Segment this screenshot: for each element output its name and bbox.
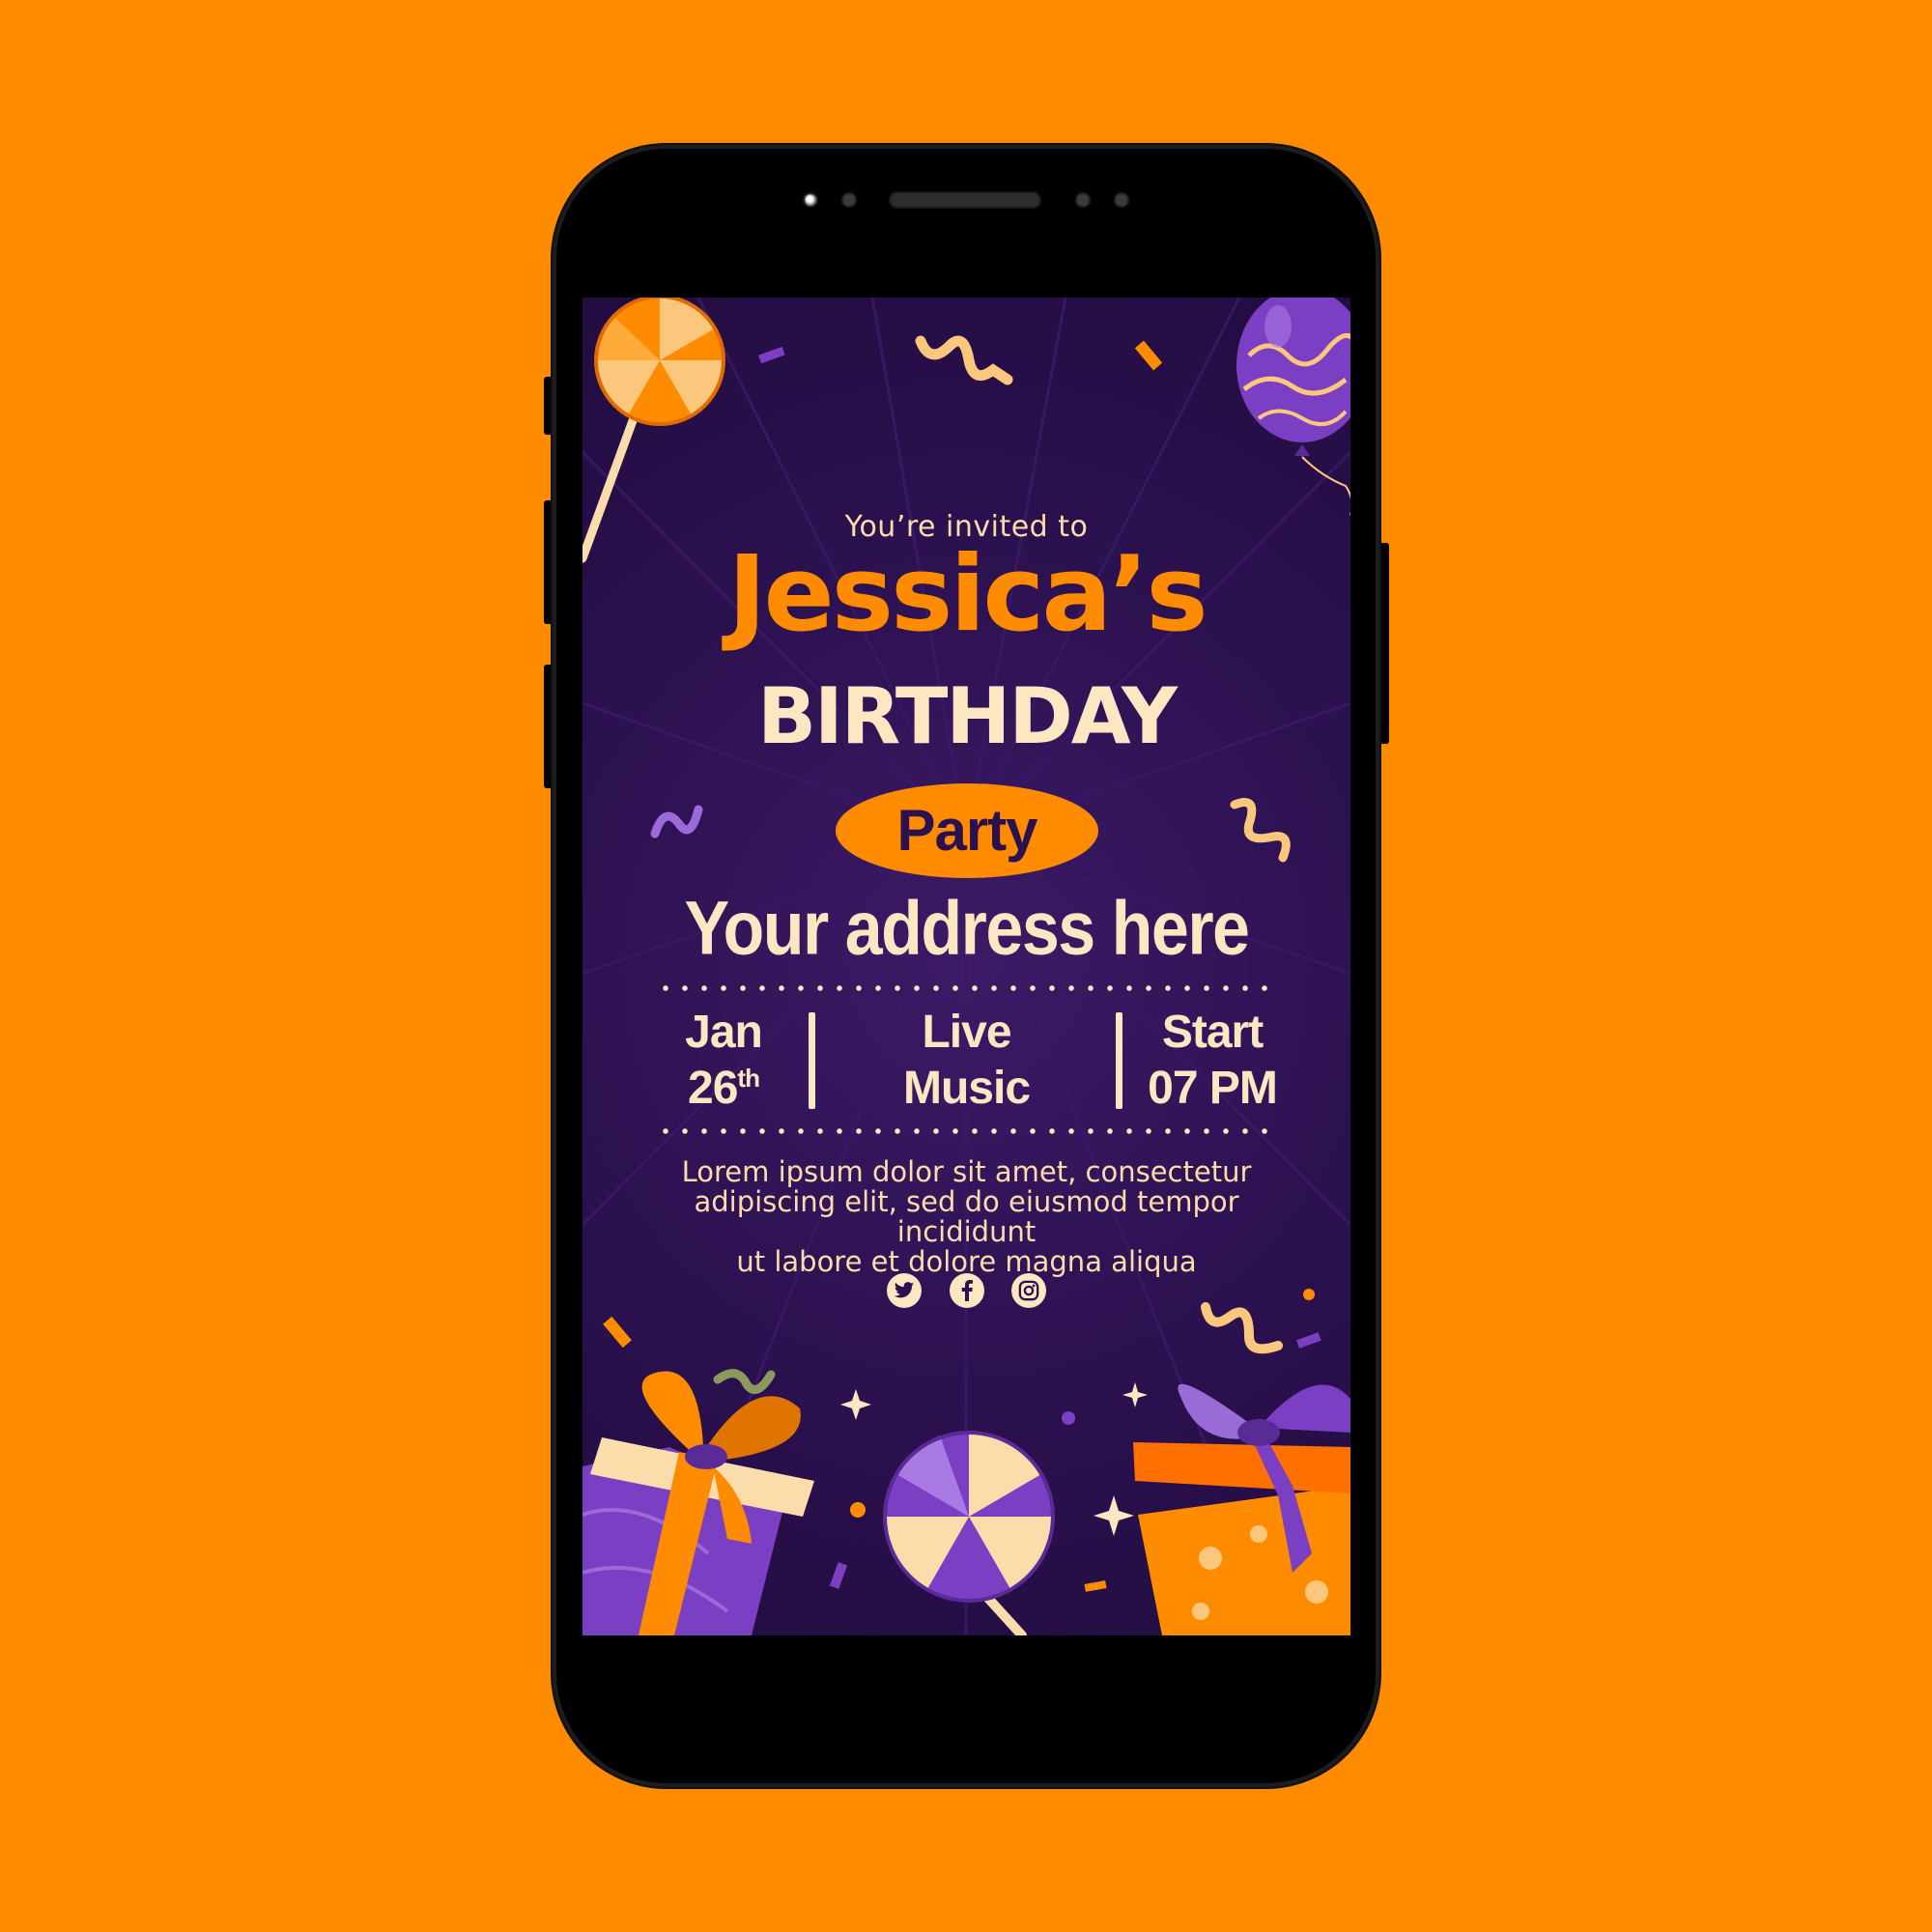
address-line: Your address here xyxy=(684,886,1251,971)
party-badge: Party xyxy=(836,783,1098,878)
sensor-icon xyxy=(841,192,857,208)
divider-bottom xyxy=(656,1128,1280,1134)
start-time: 07 PM xyxy=(1148,1063,1278,1114)
page-background: You’re invited to Jessica’s BIRTHDAY Par… xyxy=(0,0,1932,1932)
description-line: adipiscing elit, sed do eiusmod tempor i… xyxy=(694,1185,1239,1248)
celebrant-name: Jessica’s xyxy=(727,534,1208,655)
divider-top xyxy=(656,985,1280,991)
description-text: Lorem ipsum dolor sit amet, consectetur … xyxy=(582,1157,1350,1277)
start-time-block: Start 07 PM xyxy=(1135,1005,1290,1117)
instagram-icon[interactable] xyxy=(1011,1273,1046,1308)
party-badge-label: Party xyxy=(896,798,1037,863)
twitter-icon[interactable] xyxy=(887,1273,922,1308)
sensor-icon xyxy=(1114,192,1129,208)
front-camera-icon xyxy=(803,192,818,208)
sensor-icon xyxy=(1075,192,1091,208)
start-label: Start xyxy=(1161,1007,1264,1058)
description-line: Lorem ipsum dolor sit amet, consectetur xyxy=(681,1155,1252,1188)
phone-screen: You’re invited to Jessica’s BIRTHDAY Par… xyxy=(582,298,1350,1635)
info-separator xyxy=(1116,1012,1122,1109)
feature-line-2: Music xyxy=(902,1063,1031,1114)
date-day: 26th xyxy=(656,1061,791,1117)
info-separator xyxy=(809,1012,815,1109)
feature-block: Live Music xyxy=(834,1005,1099,1117)
earpiece-speaker xyxy=(889,191,1041,209)
date-block: Jan 26th xyxy=(656,1005,791,1117)
feature-line-1: Live xyxy=(922,1007,1011,1058)
facebook-icon[interactable] xyxy=(950,1273,984,1308)
date-day-suffix: th xyxy=(737,1064,760,1093)
occasion-title: BIRTHDAY xyxy=(757,671,1178,761)
date-day-number: 26 xyxy=(688,1063,738,1114)
date-month: Jan xyxy=(685,1007,763,1058)
